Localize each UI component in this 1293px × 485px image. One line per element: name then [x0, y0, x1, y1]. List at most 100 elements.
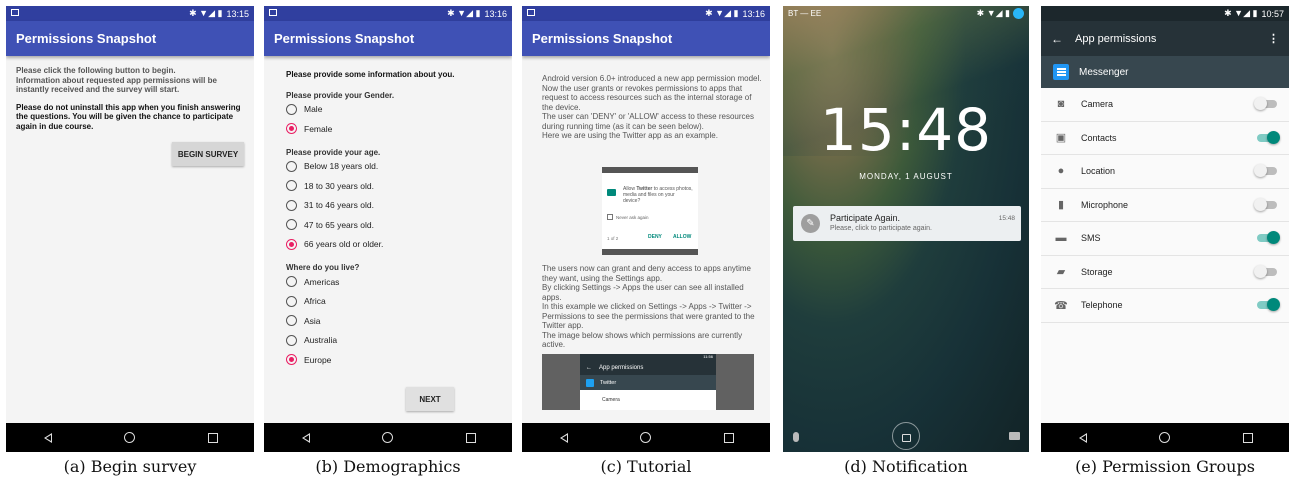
- recents-icon[interactable]: [723, 432, 734, 443]
- telephone-icon: ☎: [1054, 299, 1068, 312]
- permission-toggle[interactable]: [1257, 130, 1280, 144]
- tutorial-content[interactable]: Android version 6.0+ introduced a new ap…: [522, 56, 770, 423]
- app-title: Permissions Snapshot: [16, 31, 157, 46]
- contacts-icon: ▣: [1055, 132, 1067, 145]
- tutorial-paragraph-2: The users now can grant and deny access …: [542, 264, 755, 349]
- age-option[interactable]: 66 years old or older.: [286, 235, 512, 255]
- overflow-menu-icon[interactable]: ⋮: [1268, 32, 1279, 45]
- age-option[interactable]: Below 18 years old.: [286, 157, 512, 177]
- mini-status: 11:56: [580, 354, 716, 361]
- deny-button[interactable]: DENY: [648, 234, 662, 240]
- location-option[interactable]: Africa: [286, 292, 512, 312]
- permission-toggle[interactable]: [1254, 197, 1277, 211]
- age-option-label: Below 18 years old.: [304, 161, 379, 172]
- home-icon[interactable]: [381, 432, 393, 443]
- notification-card[interactable]: ✎ Participate Again. Please, click to pa…: [793, 206, 1021, 241]
- location-option[interactable]: Americas: [286, 272, 512, 292]
- permission-row[interactable]: ▰ Storage: [1041, 256, 1289, 289]
- radio-button-icon[interactable]: [286, 334, 297, 346]
- toggle-knob: [1254, 164, 1267, 178]
- home-icon[interactable]: [123, 432, 135, 443]
- recents-icon[interactable]: [465, 432, 476, 443]
- permission-toggle[interactable]: [1254, 264, 1277, 278]
- location-option[interactable]: Europe: [286, 350, 512, 370]
- location-option[interactable]: Asia: [286, 311, 512, 331]
- permission-label: Contacts: [1081, 132, 1117, 143]
- allow-button[interactable]: ALLOW: [673, 234, 691, 240]
- nav-bar: [6, 423, 254, 452]
- next-button[interactable]: NEXT: [406, 387, 454, 411]
- back-arrow-icon[interactable]: ←: [1051, 32, 1063, 46]
- permission-row[interactable]: ▬ SMS: [1041, 222, 1289, 256]
- caption-b: (b) Demographics: [315, 457, 461, 476]
- age-option-label: 66 years old or older.: [304, 239, 384, 250]
- lock-icon[interactable]: [892, 422, 920, 450]
- location-option[interactable]: Australia: [286, 331, 512, 351]
- radio-button-icon[interactable]: [286, 219, 297, 231]
- home-icon[interactable]: [639, 432, 651, 443]
- back-icon[interactable]: [43, 432, 52, 443]
- lock-clock: 15:48: [819, 96, 993, 164]
- back-icon[interactable]: [1078, 432, 1087, 443]
- radio-button-icon[interactable]: [286, 160, 297, 172]
- back-icon[interactable]: [559, 432, 568, 443]
- mini-header: ← App permissions: [580, 361, 716, 375]
- permission-label: SMS: [1081, 233, 1101, 244]
- radio-button-icon[interactable]: [286, 295, 297, 307]
- camera-shortcut-icon[interactable]: [1009, 432, 1020, 440]
- status-icons: ✱ ▼◢ ▮: [705, 8, 739, 18]
- permission-row[interactable]: ▣ Contacts: [1041, 122, 1289, 155]
- begin-survey-button[interactable]: BEGIN SURVEY: [172, 142, 244, 166]
- status-bar: ✱ ▼◢ ▮ 10:57: [1041, 6, 1289, 21]
- sms-icon: ▬: [1055, 232, 1067, 245]
- folder-icon: [607, 189, 616, 196]
- radio-button-icon[interactable]: [286, 276, 297, 288]
- recents-icon[interactable]: [207, 432, 218, 443]
- app-permissions-image: 11:56 ← App permissions Twitter Camera: [542, 354, 754, 410]
- home-icon[interactable]: [1158, 432, 1170, 443]
- never-ask-checkbox[interactable]: Never ask again: [607, 214, 649, 220]
- app-title: Permissions Snapshot: [274, 31, 415, 46]
- radio-button-icon[interactable]: [286, 315, 297, 327]
- microphone-icon[interactable]: [793, 432, 799, 442]
- permission-row[interactable]: ▮ Microphone: [1041, 189, 1289, 222]
- radio-button-icon[interactable]: [286, 123, 297, 135]
- radio-button-icon[interactable]: [286, 238, 297, 250]
- gender-question: Please provide your Gender.: [286, 90, 395, 100]
- nav-bar: [1041, 423, 1289, 452]
- permission-toggle[interactable]: [1254, 97, 1277, 111]
- radio-button-icon[interactable]: [286, 354, 297, 366]
- permission-row[interactable]: ☎ Telephone: [1041, 289, 1289, 323]
- app-name: Messenger: [1079, 66, 1129, 78]
- gender-option[interactable]: Male: [286, 100, 512, 120]
- storage-icon: ▰: [1056, 266, 1066, 279]
- gender-radio-group: Male Female: [286, 100, 512, 139]
- recents-icon[interactable]: [1242, 432, 1253, 443]
- radio-button-icon[interactable]: [286, 180, 297, 192]
- age-option[interactable]: 31 to 46 years old.: [286, 196, 512, 216]
- permission-row[interactable]: ● Location: [1041, 155, 1289, 189]
- permission-label: Camera: [1081, 99, 1114, 110]
- panel-begin-survey: ✱ ▼◢ ▮ 13:15 Permissions Snapshot Please…: [6, 6, 254, 452]
- back-icon[interactable]: [301, 432, 310, 443]
- user-avatar-icon[interactable]: [1013, 8, 1024, 19]
- location-option-label: Europe: [304, 354, 332, 365]
- status-icons: ✱ ▼◢ ▮: [189, 8, 223, 18]
- panel-demographics: ✱ ▼◢ ▮ 13:16 Permissions Snapshot Please…: [264, 6, 512, 452]
- radio-button-icon[interactable]: [286, 103, 297, 115]
- app-header-row: Messenger: [1041, 56, 1289, 88]
- permission-toggle[interactable]: [1257, 231, 1280, 245]
- mini-camera-label: Camera: [602, 397, 620, 403]
- permission-row[interactable]: ◙ Camera: [1041, 88, 1289, 122]
- camera-icon: ◙: [1057, 98, 1065, 111]
- toggle-knob: [1267, 130, 1280, 144]
- status-time: 13:16: [742, 8, 765, 19]
- radio-button-icon[interactable]: [286, 199, 297, 211]
- permission-toggle[interactable]: [1257, 298, 1280, 312]
- age-option[interactable]: 47 to 65 years old.: [286, 215, 512, 235]
- permission-toggle[interactable]: [1254, 164, 1277, 178]
- gender-option[interactable]: Female: [286, 119, 512, 139]
- messenger-icon: [1053, 64, 1069, 80]
- pencil-icon: ✎: [801, 214, 820, 233]
- age-option[interactable]: 18 to 30 years old.: [286, 176, 512, 196]
